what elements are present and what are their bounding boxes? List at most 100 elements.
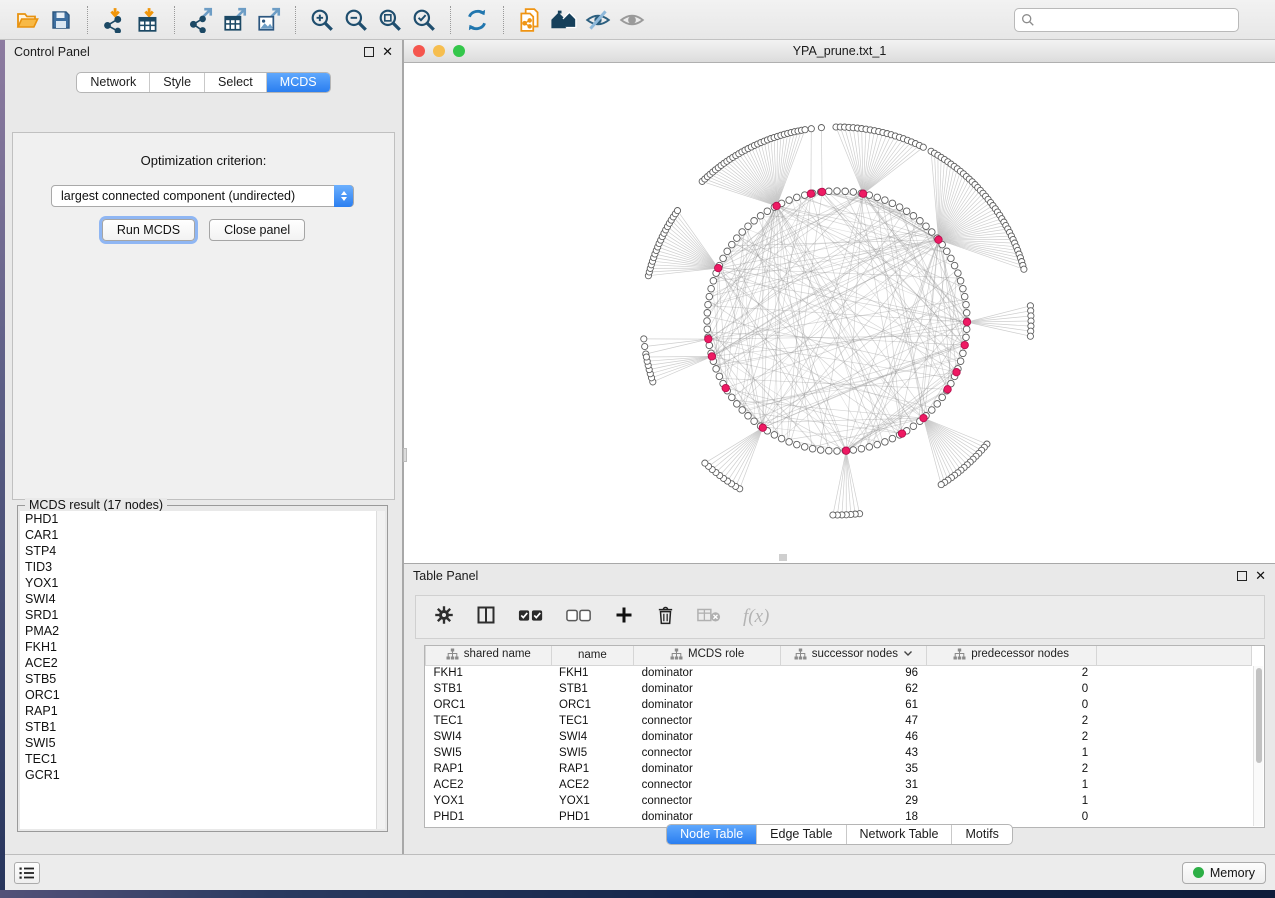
splitter-handle[interactable] bbox=[779, 554, 787, 561]
mcds-result-item[interactable]: STP4 bbox=[20, 543, 385, 559]
mcds-result-item[interactable]: STB1 bbox=[20, 719, 385, 735]
close-panel-button[interactable]: Close panel bbox=[209, 219, 305, 241]
criterion-select[interactable]: largest connected component (undirected) bbox=[51, 185, 354, 207]
vertical-splitter-handle[interactable] bbox=[403, 448, 407, 462]
column-selector-icon[interactable] bbox=[476, 605, 496, 630]
control-panel-title: Control Panel bbox=[14, 45, 90, 59]
table-tab-network-table[interactable]: Network Table bbox=[846, 825, 952, 844]
mcds-result-item[interactable]: STB5 bbox=[20, 671, 385, 687]
table-row[interactable]: RAP1RAP1dominator352 bbox=[426, 761, 1252, 777]
delete-table-icon[interactable] bbox=[697, 606, 721, 629]
table-row[interactable]: FKH1FKH1dominator962 bbox=[426, 665, 1252, 681]
mcds-result-item[interactable]: YOX1 bbox=[20, 575, 385, 591]
toolbar-separator bbox=[503, 6, 504, 34]
mcds-result-item[interactable]: PHD1 bbox=[20, 511, 385, 527]
column-header[interactable]: MCDS role bbox=[634, 646, 781, 665]
table-scrollbar[interactable] bbox=[1253, 666, 1263, 826]
tab-network[interactable]: Network bbox=[77, 73, 149, 92]
task-history-button[interactable] bbox=[14, 862, 40, 884]
mcds-result-item[interactable]: SWI5 bbox=[20, 735, 385, 751]
import-network-icon[interactable] bbox=[97, 4, 131, 36]
tab-select[interactable]: Select bbox=[204, 73, 266, 92]
tab-style[interactable]: Style bbox=[149, 73, 204, 92]
shared-column-icon bbox=[794, 648, 807, 660]
toolbar-separator bbox=[174, 6, 175, 34]
zoom-selected-icon[interactable] bbox=[407, 4, 441, 36]
mcds-result-item[interactable]: ORC1 bbox=[20, 687, 385, 703]
table-tab-node-table[interactable]: Node Table bbox=[667, 825, 756, 844]
share-document-icon[interactable] bbox=[513, 4, 547, 36]
tab-mcds[interactable]: MCDS bbox=[266, 73, 330, 92]
mcds-result-title: MCDS result (17 nodes) bbox=[25, 498, 167, 512]
add-column-icon[interactable] bbox=[614, 605, 634, 630]
table-row[interactable]: ACE2ACE2connector311 bbox=[426, 777, 1252, 793]
column-header[interactable]: successor nodes bbox=[781, 646, 926, 665]
mcds-result-item[interactable]: SRD1 bbox=[20, 607, 385, 623]
toolbar-separator bbox=[295, 6, 296, 34]
open-file-icon[interactable] bbox=[10, 4, 44, 36]
float-table-panel-icon[interactable] bbox=[1237, 571, 1247, 581]
zoom-out-icon[interactable] bbox=[339, 4, 373, 36]
node-table[interactable]: shared namenameMCDS rolesuccessor nodesp… bbox=[425, 646, 1252, 825]
zoom-in-icon[interactable] bbox=[305, 4, 339, 36]
mcds-result-item[interactable]: PMA2 bbox=[20, 623, 385, 639]
control-panel-tab-bar: NetworkStyleSelectMCDS bbox=[76, 72, 330, 93]
export-table-icon[interactable] bbox=[218, 4, 252, 36]
mcds-result-item[interactable]: ACE2 bbox=[20, 655, 385, 671]
hide-panel-eye-slash-icon[interactable] bbox=[581, 4, 615, 36]
deselect-all-checks-icon[interactable] bbox=[566, 606, 592, 629]
column-header[interactable]: name bbox=[551, 646, 634, 665]
table-row[interactable]: STB1STB1dominator620 bbox=[426, 681, 1252, 697]
table-tab-motifs[interactable]: Motifs bbox=[951, 825, 1011, 844]
table-row[interactable]: ORC1ORC1dominator610 bbox=[426, 697, 1252, 713]
function-builder-icon[interactable]: f(x) bbox=[743, 606, 769, 628]
table-tab-edge-table[interactable]: Edge Table bbox=[756, 825, 845, 844]
home-icon[interactable] bbox=[547, 4, 581, 36]
control-panel: Control Panel ✕ NetworkStyleSelectMCDS O… bbox=[5, 40, 403, 854]
delete-column-trash-icon[interactable] bbox=[656, 605, 675, 630]
run-mcds-button[interactable]: Run MCDS bbox=[102, 219, 195, 241]
shared-column-icon bbox=[446, 648, 459, 660]
mcds-list-scrollbar[interactable] bbox=[376, 511, 385, 829]
mcds-result-list[interactable]: PHD1CAR1STP4TID3YOX1SWI4SRD1PMA2FKH1ACE2… bbox=[20, 511, 385, 829]
column-header-filler bbox=[1096, 646, 1251, 665]
close-table-panel-icon[interactable]: ✕ bbox=[1255, 571, 1266, 581]
export-image-icon[interactable] bbox=[252, 4, 286, 36]
network-view-titlebar[interactable]: YPA_prune.txt_1 bbox=[404, 40, 1275, 63]
table-row[interactable]: TEC1TEC1connector472 bbox=[426, 713, 1252, 729]
column-header[interactable]: predecessor nodes bbox=[926, 646, 1096, 665]
import-table-icon[interactable] bbox=[131, 4, 165, 36]
select-all-checks-icon[interactable] bbox=[518, 606, 544, 629]
refresh-layout-icon[interactable] bbox=[460, 4, 494, 36]
network-graph[interactable] bbox=[404, 63, 1275, 563]
show-panel-eye-icon[interactable] bbox=[615, 4, 649, 36]
export-network-icon[interactable] bbox=[184, 4, 218, 36]
mcds-result-item[interactable]: TID3 bbox=[20, 559, 385, 575]
table-row[interactable]: YOX1YOX1connector291 bbox=[426, 793, 1252, 809]
mcds-result-group: MCDS result (17 nodes) PHD1CAR1STP4TID3Y… bbox=[17, 505, 388, 832]
mcds-result-item[interactable]: GCR1 bbox=[20, 767, 385, 783]
table-scrollbar-thumb[interactable] bbox=[1256, 668, 1262, 763]
mcds-result-item[interactable]: FKH1 bbox=[20, 639, 385, 655]
close-panel-icon[interactable]: ✕ bbox=[382, 47, 393, 57]
table-row[interactable]: SWI5SWI5connector431 bbox=[426, 745, 1252, 761]
search-icon bbox=[1021, 13, 1035, 27]
mcds-tab-pane: Optimization criterion: largest connecte… bbox=[12, 132, 395, 500]
mcds-result-item[interactable]: RAP1 bbox=[20, 703, 385, 719]
search-input[interactable] bbox=[1035, 13, 1232, 27]
shared-column-icon bbox=[670, 648, 683, 660]
save-session-icon[interactable] bbox=[44, 4, 78, 36]
network-canvas[interactable] bbox=[404, 63, 1275, 563]
search-box[interactable] bbox=[1014, 8, 1239, 32]
memory-button[interactable]: Memory bbox=[1182, 862, 1266, 884]
table-row[interactable]: PHD1PHD1dominator180 bbox=[426, 809, 1252, 825]
toolbar-separator bbox=[87, 6, 88, 34]
table-options-gear-icon[interactable] bbox=[434, 605, 454, 630]
column-header[interactable]: shared name bbox=[426, 646, 552, 665]
table-row[interactable]: SWI4SWI4dominator462 bbox=[426, 729, 1252, 745]
mcds-result-item[interactable]: TEC1 bbox=[20, 751, 385, 767]
float-panel-icon[interactable] bbox=[364, 47, 374, 57]
mcds-result-item[interactable]: CAR1 bbox=[20, 527, 385, 543]
zoom-fit-icon[interactable] bbox=[373, 4, 407, 36]
mcds-result-item[interactable]: SWI4 bbox=[20, 591, 385, 607]
